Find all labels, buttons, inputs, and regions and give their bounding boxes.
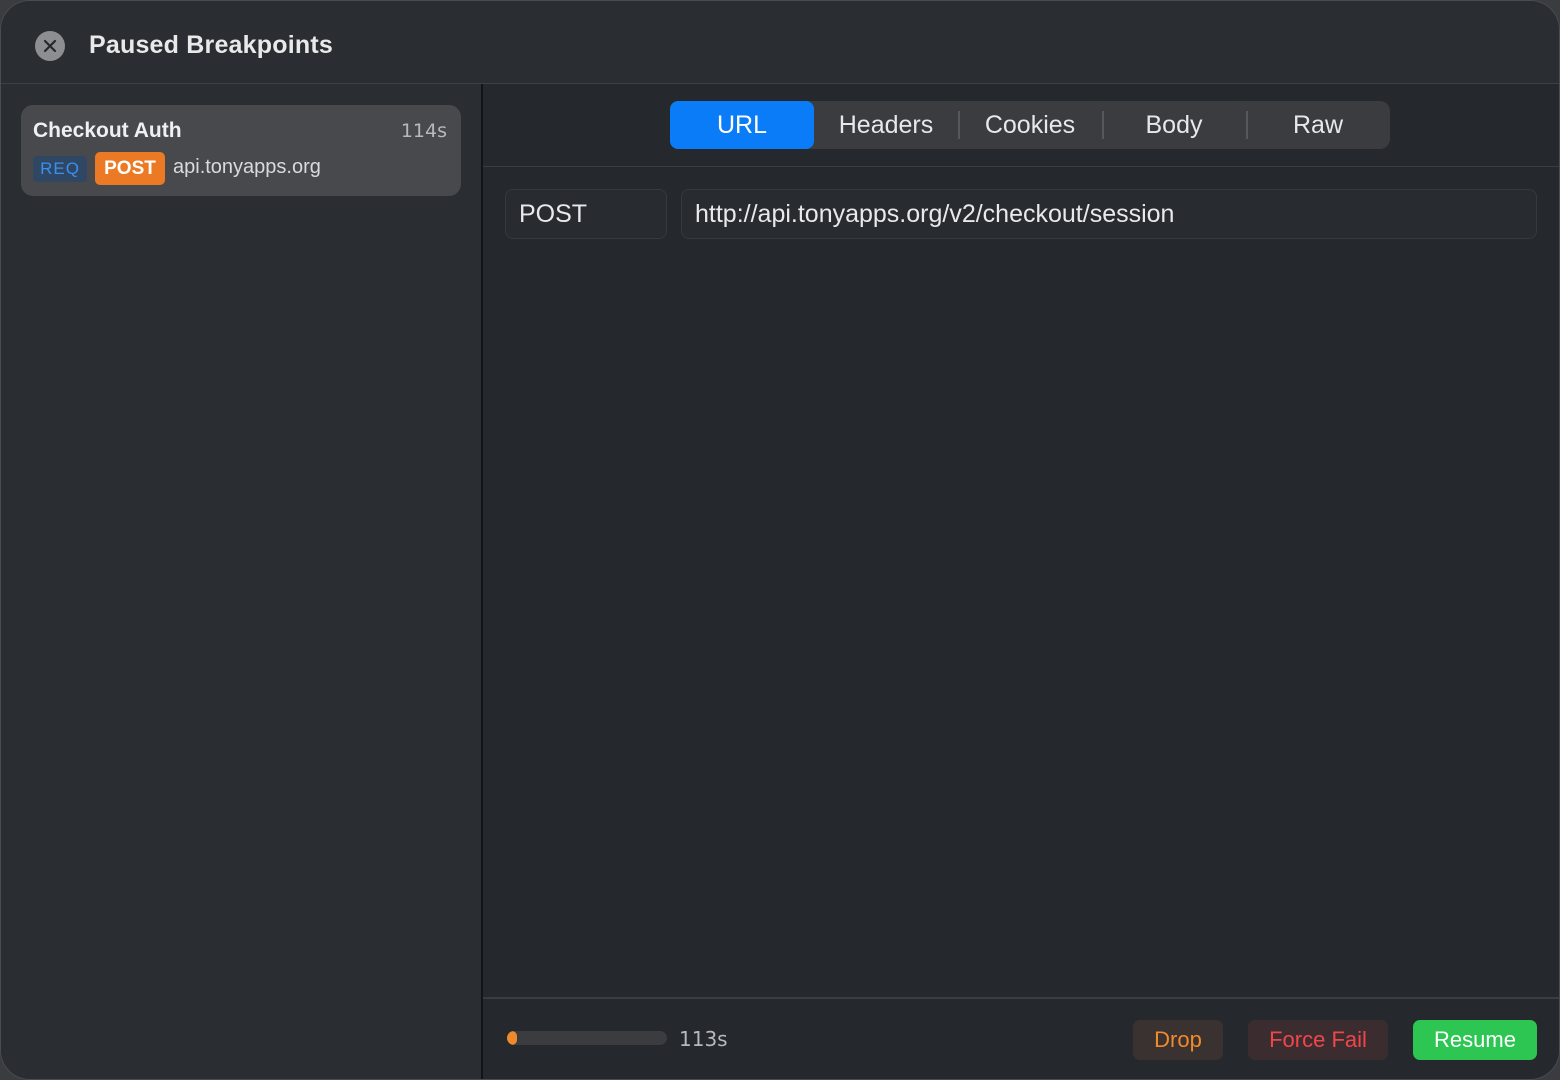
method-field[interactable]: POST — [505, 189, 667, 239]
method-badge: POST — [95, 152, 165, 185]
tab-headers-label: Headers — [838, 110, 934, 139]
tab-divider — [1246, 111, 1248, 139]
tab-headers[interactable]: Headers — [814, 101, 958, 149]
title-bar: Paused Breakpoints — [1, 1, 1559, 84]
drop-button[interactable]: Drop — [1133, 1020, 1223, 1060]
tab-cookies-label: Cookies — [984, 110, 1076, 139]
close-icon — [43, 39, 57, 53]
tab-divider — [958, 111, 960, 139]
action-bar: 113s Drop Force Fail Resume — [483, 997, 1559, 1079]
close-button[interactable] — [35, 31, 65, 61]
tab-url[interactable]: URL — [670, 101, 814, 149]
breakpoints-window: Paused Breakpoints Checkout Auth 114s RE… — [0, 0, 1560, 1080]
breakpoint-item[interactable]: Checkout Auth 114s REQ POST api.tonyapps… — [21, 105, 461, 196]
tab-body[interactable]: Body — [1102, 101, 1246, 149]
tab-cookies[interactable]: Cookies — [958, 101, 1102, 149]
tab-bar: URL Headers Cookies Body Raw — [483, 84, 1559, 167]
breakpoint-host: api.tonyapps.org — [173, 156, 321, 178]
request-kind-badge: REQ — [33, 156, 87, 182]
segmented-control: URL Headers Cookies Body Raw — [670, 101, 1390, 149]
breakpoint-list: Checkout Auth 114s REQ POST api.tonyapps… — [1, 84, 483, 1079]
timeout-progress-bar — [507, 1031, 667, 1045]
timeout-remaining: 113s — [679, 1027, 728, 1051]
tab-divider — [1102, 111, 1104, 139]
resume-button[interactable]: Resume — [1413, 1020, 1537, 1060]
breakpoint-elapsed: 114s — [400, 120, 447, 142]
tab-body-label: Body — [1145, 110, 1203, 139]
timeout-progress-fill — [507, 1031, 517, 1045]
tab-raw[interactable]: Raw — [1246, 101, 1390, 149]
breakpoint-name: Checkout Auth — [33, 119, 182, 142]
detail-pane: URL Headers Cookies Body Raw POST http:/… — [483, 84, 1559, 1079]
tab-raw-label: Raw — [1292, 110, 1343, 139]
url-field[interactable]: http://api.tonyapps.org/v2/checkout/sess… — [681, 189, 1537, 239]
window-title: Paused Breakpoints — [89, 31, 333, 59]
force-fail-button[interactable]: Force Fail — [1248, 1020, 1388, 1060]
